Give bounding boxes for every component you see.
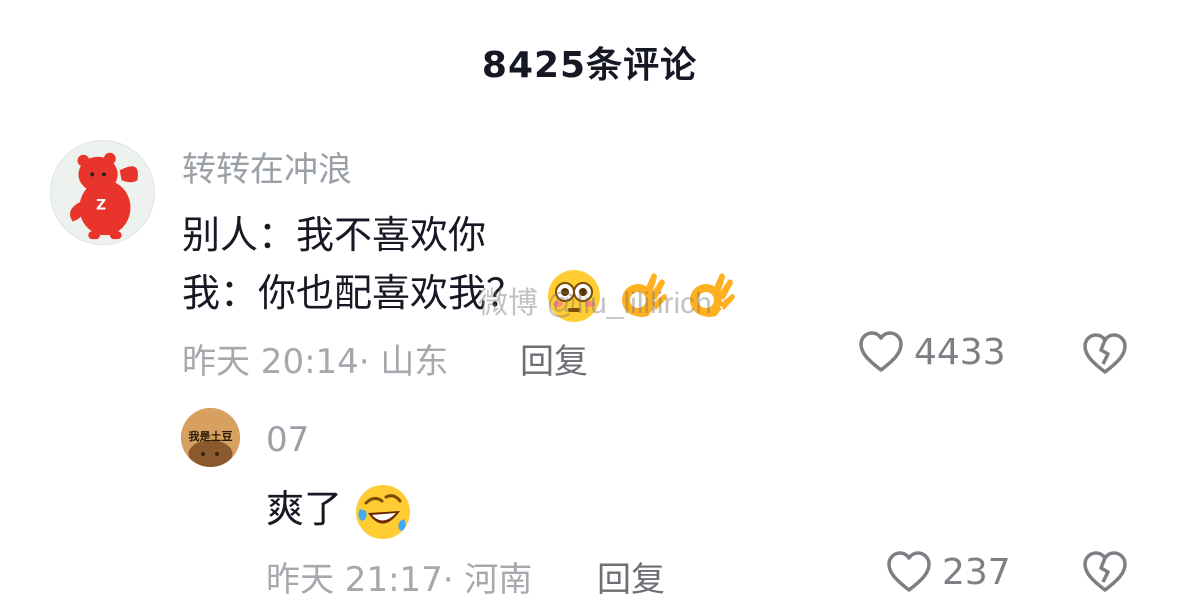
like-count: 237 <box>942 551 1011 593</box>
comment-text: 爽了 <box>266 487 343 531</box>
like-button[interactable]: 237 <box>886 550 1011 594</box>
comment-location: · 河南 <box>442 560 533 600</box>
potato-avatar-icon: 我是土豆 <box>181 408 240 467</box>
avatar-text: 我是土豆 <box>189 429 233 443</box>
watermark: 微博 @liu_lililirich <box>478 287 712 320</box>
heart-icon <box>859 331 903 372</box>
svg-text:Z: Z <box>96 198 106 214</box>
dislike-button[interactable] <box>1082 550 1128 594</box>
like-button[interactable]: 4433 <box>858 330 1006 374</box>
broken-heart-icon <box>1083 333 1127 374</box>
reply-button[interactable]: 回复 <box>520 334 588 383</box>
comment-meta: 昨天 20:14· 山东 <box>182 334 448 383</box>
comment-username[interactable]: 转转在冲浪 <box>182 142 352 191</box>
comment-username[interactable]: 07 <box>266 420 309 460</box>
rolling-laughing-face-icon <box>354 483 412 541</box>
comment-text-line: 爽了 <box>266 478 412 541</box>
broken-heart-icon <box>1083 551 1127 592</box>
comment-location: · 山东 <box>358 342 449 382</box>
comment-time: 昨天 21:17 <box>266 560 443 600</box>
comment-text: 我：你也配喜欢我？ <box>182 271 525 315</box>
red-bear-avatar-icon: Z <box>51 141 154 244</box>
heart-icon <box>887 551 931 592</box>
avatar[interactable]: 我是土豆 <box>181 408 240 467</box>
dislike-button[interactable] <box>1082 332 1128 376</box>
avatar[interactable]: Z <box>50 140 155 245</box>
like-count: 4433 <box>914 331 1006 373</box>
comment-meta: 昨天 21:17· 河南 <box>266 552 532 600</box>
comment-count-title: 8425条评论 <box>481 45 698 86</box>
comment-time: 昨天 20:14 <box>182 342 359 382</box>
comment-text-line: 别人：我不喜欢你 <box>182 213 487 257</box>
reply-button[interactable]: 回复 <box>597 552 665 600</box>
